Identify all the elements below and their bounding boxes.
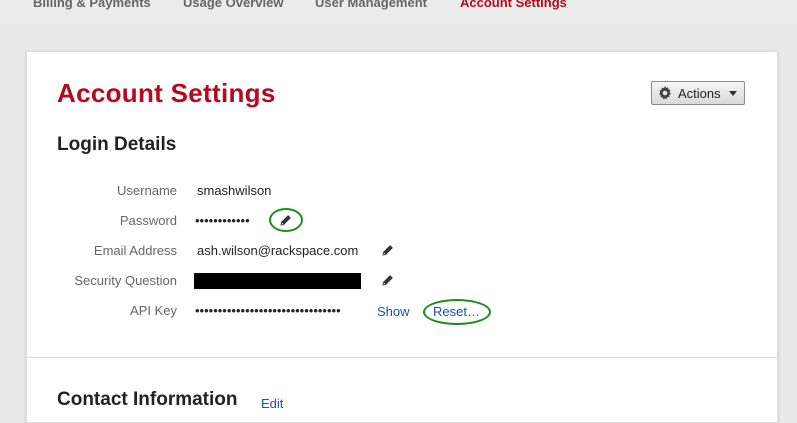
- pencil-icon[interactable]: [381, 274, 394, 287]
- security-question-label: Security Question: [74, 273, 177, 288]
- password-label: Password: [119, 213, 177, 228]
- api-key-value: ••••••••••••••••••••••••••••••••: [195, 303, 341, 318]
- pencil-icon[interactable]: [381, 244, 394, 257]
- username-value: smashwilson: [197, 183, 272, 198]
- edit-contact-link[interactable]: Edit: [261, 396, 283, 411]
- divider: [27, 357, 777, 358]
- tab-billing-payments[interactable]: Billing & Payments: [33, 0, 151, 10]
- contact-information-title: Contact Information: [57, 389, 238, 410]
- page-title: Account Settings: [57, 78, 276, 108]
- login-details-title: Login Details: [57, 134, 177, 155]
- gear-icon: [658, 86, 672, 100]
- actions-label: Actions: [678, 85, 721, 101]
- email-label: Email Address: [93, 243, 177, 258]
- tab-account-settings[interactable]: Account Settings: [460, 0, 567, 10]
- api-key-label: API Key: [130, 303, 177, 318]
- actions-button[interactable]: Actions: [651, 81, 745, 105]
- top-nav: Billing & Payments Usage Overview User M…: [0, 0, 797, 24]
- pencil-icon[interactable]: [279, 214, 292, 227]
- tab-user-management[interactable]: User Management: [315, 0, 427, 10]
- tab-usage-overview[interactable]: Usage Overview: [183, 0, 283, 10]
- email-value: ash.wilson@rackspace.com: [197, 243, 359, 258]
- security-question-redacted: [194, 273, 361, 289]
- reset-api-key-link[interactable]: Reset…: [433, 304, 480, 319]
- show-api-key-link[interactable]: Show: [377, 304, 410, 319]
- password-value: ••••••••••••: [195, 213, 250, 228]
- caret-down-icon: [728, 90, 737, 96]
- username-label: Username: [117, 183, 177, 198]
- account-settings-panel: Account Settings Actions Login Details U…: [26, 51, 778, 423]
